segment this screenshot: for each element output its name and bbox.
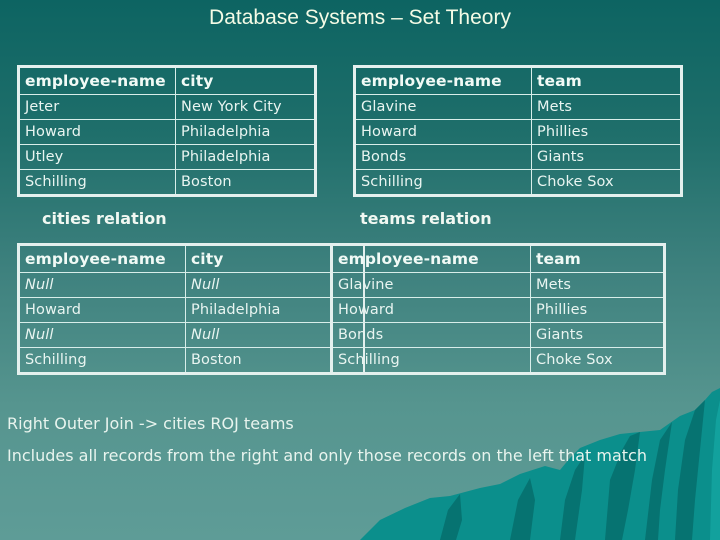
join-heading: Right Outer Join -> cities ROJ teams bbox=[7, 414, 294, 433]
table-header-row: employee-name city bbox=[18, 66, 316, 95]
table-row: Null Null bbox=[18, 272, 365, 298]
table-cell: Howard bbox=[354, 119, 532, 145]
cities-caption: cities relation bbox=[42, 209, 167, 228]
table-cell: Boston bbox=[175, 169, 316, 196]
table-cell: Philadelphia bbox=[175, 119, 316, 145]
table-row: Jeter New York City bbox=[18, 94, 316, 120]
column-header: employee-name bbox=[18, 66, 176, 95]
table-cell: Philadelphia bbox=[175, 144, 316, 170]
table-cell: Schilling bbox=[18, 347, 186, 374]
join-result-table: employee-name city Null Null Howard Phil… bbox=[17, 243, 365, 375]
table-cell: Phillies bbox=[531, 119, 682, 145]
table-row: Schilling Choke Sox bbox=[331, 347, 665, 374]
teams-table: employee-name team Glavine Mets Howard P… bbox=[353, 65, 683, 197]
teams-caption: teams relation bbox=[360, 209, 492, 228]
table-row: Null Null bbox=[18, 322, 365, 348]
join-description: Includes all records from the right and … bbox=[7, 446, 647, 465]
table-cell: Choke Sox bbox=[531, 169, 682, 196]
null-cell: Null bbox=[18, 272, 186, 298]
table-row: Utley Philadelphia bbox=[18, 144, 316, 170]
table-row: Howard Phillies bbox=[331, 297, 665, 323]
table-cell: Bonds bbox=[354, 144, 532, 170]
table-cell: Howard bbox=[18, 297, 186, 323]
table-cell: Howard bbox=[331, 297, 531, 323]
table-cell: Schilling bbox=[18, 169, 176, 196]
column-header: team bbox=[531, 66, 682, 95]
table-cell: Schilling bbox=[331, 347, 531, 374]
table-cell: Utley bbox=[18, 144, 176, 170]
table-row: Bonds Giants bbox=[354, 144, 682, 170]
table-row: Howard Philadelphia bbox=[18, 297, 365, 323]
table-row: Schilling Boston bbox=[18, 347, 365, 374]
column-header: employee-name bbox=[354, 66, 532, 95]
join-result-table-right: employee-name team Glavine Mets Howard P… bbox=[330, 243, 666, 375]
table-cell: Phillies bbox=[530, 297, 665, 323]
null-cell: Null bbox=[18, 322, 186, 348]
table-cell: Howard bbox=[18, 119, 176, 145]
table-row: Howard Phillies bbox=[354, 119, 682, 145]
table-cell: Mets bbox=[531, 94, 682, 120]
column-header: employee-name bbox=[331, 244, 531, 273]
table-row: Glavine Mets bbox=[354, 94, 682, 120]
table-row: Howard Philadelphia bbox=[18, 119, 316, 145]
cities-table: employee-name city Jeter New York City H… bbox=[17, 65, 317, 197]
table-cell: Giants bbox=[530, 322, 665, 348]
table-header-row: employee-name city bbox=[18, 244, 365, 273]
table-cell: Jeter bbox=[18, 94, 176, 120]
table-cell: Choke Sox bbox=[530, 347, 665, 374]
table-cell: Glavine bbox=[331, 272, 531, 298]
table-cell: New York City bbox=[175, 94, 316, 120]
table-row: Bonds Giants bbox=[331, 322, 665, 348]
column-header: employee-name bbox=[18, 244, 186, 273]
table-cell: Mets bbox=[530, 272, 665, 298]
slide-title: Database Systems – Set Theory bbox=[209, 6, 511, 29]
table-header-row: employee-name team bbox=[331, 244, 665, 273]
table-cell: Giants bbox=[531, 144, 682, 170]
table-header-row: employee-name team bbox=[354, 66, 682, 95]
table-row: Schilling Choke Sox bbox=[354, 169, 682, 196]
table-cell: Glavine bbox=[354, 94, 532, 120]
table-row: Schilling Boston bbox=[18, 169, 316, 196]
column-header: team bbox=[530, 244, 665, 273]
table-cell: Bonds bbox=[331, 322, 531, 348]
table-row: Glavine Mets bbox=[331, 272, 665, 298]
column-header: city bbox=[175, 66, 316, 95]
table-cell: Schilling bbox=[354, 169, 532, 196]
